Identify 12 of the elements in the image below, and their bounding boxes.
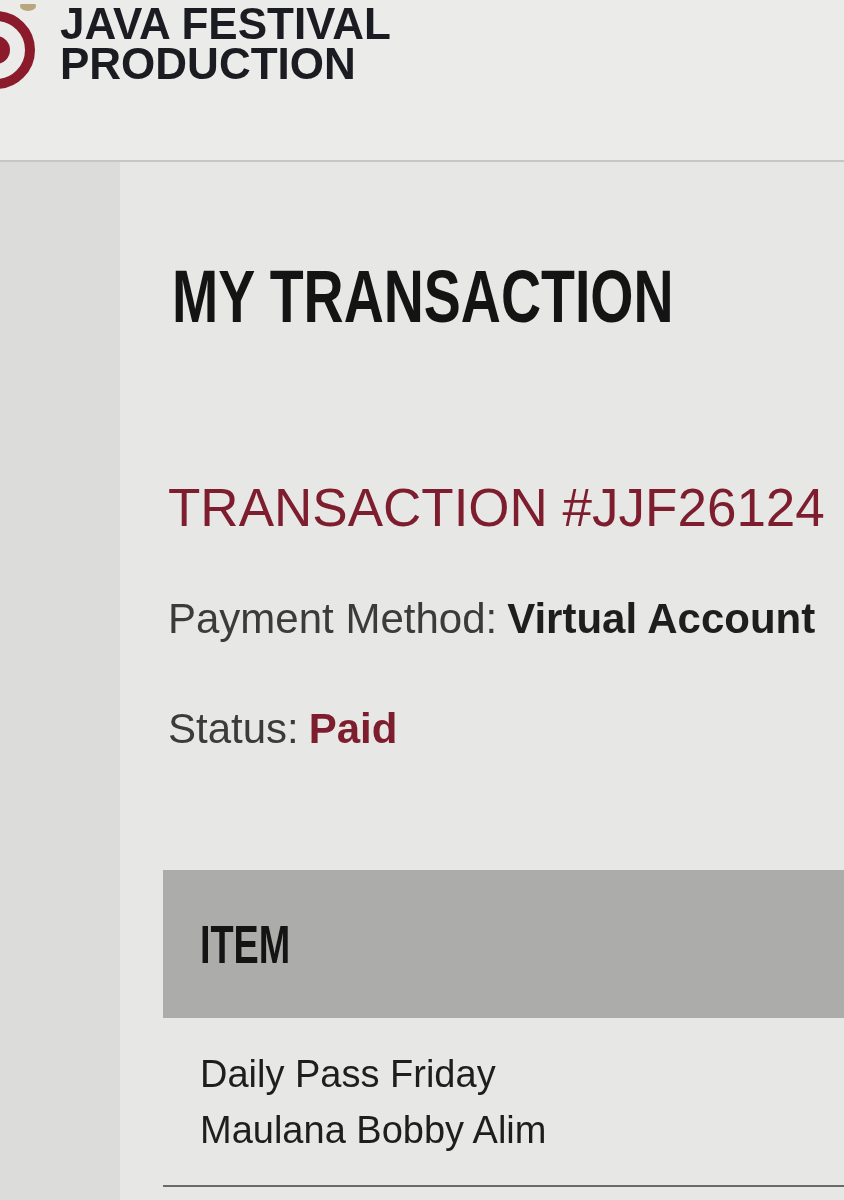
page-title: MY TRANSACTION	[172, 260, 674, 334]
item-holder-name: Maulana Bobby Alim	[200, 1108, 547, 1153]
column-header: ITEM	[200, 917, 291, 971]
item-name: Daily Pass Friday	[200, 1052, 496, 1097]
detail-value: Virtual Account	[507, 598, 816, 640]
detail-label: Status:	[168, 708, 299, 750]
logo-text: PRODUCTION	[60, 44, 357, 84]
detail-label: Payment Method:	[168, 598, 498, 640]
logo-text: JAVA FESTIVAL	[60, 4, 391, 44]
logo-icon	[0, 4, 36, 90]
detail-value: Paid	[308, 708, 398, 750]
transaction-title: TRANSACTION #JJF26124	[168, 481, 825, 534]
